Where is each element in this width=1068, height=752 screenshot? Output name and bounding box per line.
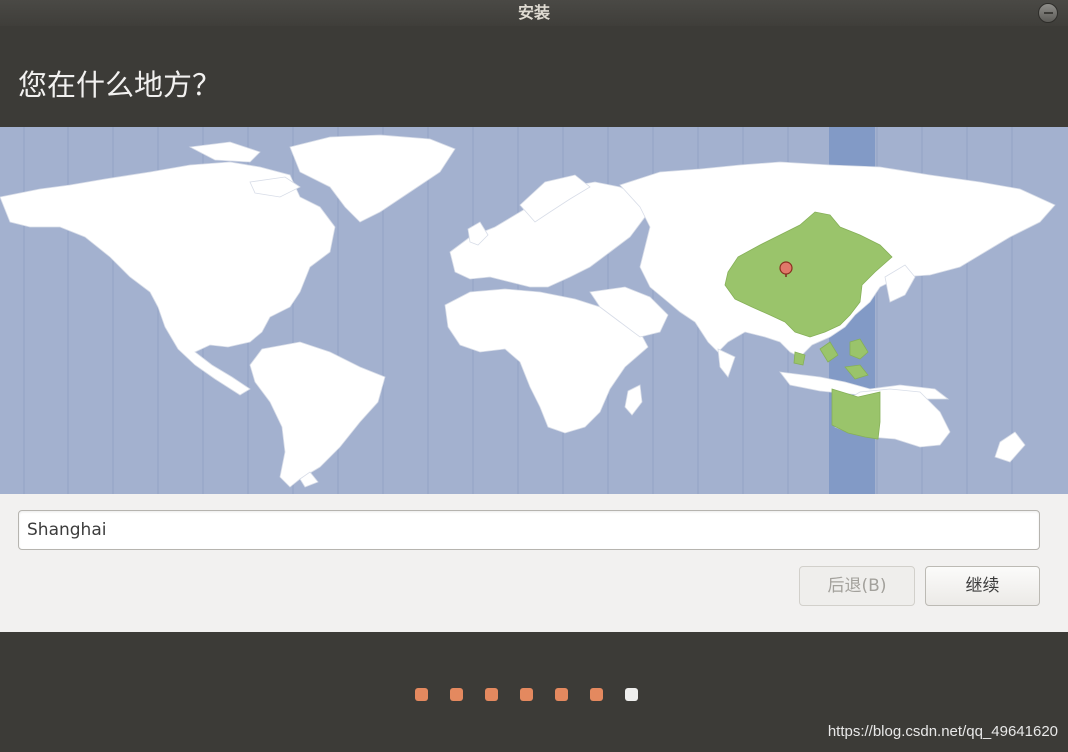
minimize-button[interactable] xyxy=(1038,3,1058,23)
location-input[interactable] xyxy=(18,510,1040,550)
back-button[interactable]: 后退(B) xyxy=(799,566,915,606)
progress-step-dot xyxy=(520,688,533,701)
progress-step-dot xyxy=(590,688,603,701)
timezone-map[interactable] xyxy=(0,127,1068,494)
progress-indicator xyxy=(415,688,638,701)
window-titlebar: 安装 xyxy=(0,0,1068,26)
footer: https://blog.csdn.net/qq_49641620 xyxy=(0,632,1068,752)
progress-step-dot xyxy=(450,688,463,701)
watermark: https://blog.csdn.net/qq_49641620 xyxy=(827,723,1058,740)
continue-button[interactable]: 继续 xyxy=(925,566,1040,606)
page-title: 您在什么地方？ xyxy=(18,68,222,102)
page-header: 您在什么地方？ xyxy=(0,26,1068,127)
progress-step-dot xyxy=(485,688,498,701)
progress-step-dot xyxy=(415,688,428,701)
window-title: 安装 xyxy=(517,3,550,22)
progress-step-dot-current xyxy=(625,688,638,701)
content-panel: 后退(B) 继续 xyxy=(0,494,1068,632)
progress-step-dot xyxy=(555,688,568,701)
world-map-svg[interactable] xyxy=(0,127,1068,494)
